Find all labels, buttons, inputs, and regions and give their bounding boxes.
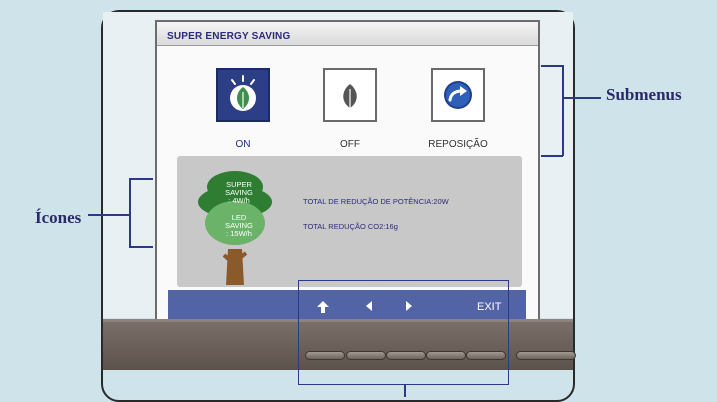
super-saving-text: SUPER SAVING : 4W/h (209, 181, 269, 205)
leaf-icon (230, 75, 256, 111)
leaf-icon (343, 84, 357, 108)
submenus-label: Submenus (606, 85, 682, 104)
led-saving-value: : 15W/h (226, 229, 252, 238)
osd-title: SUPER ENERGY SAVING (157, 22, 538, 46)
submenus-callout-line (563, 97, 601, 99)
reset-arrow-icon (444, 81, 472, 109)
led-saving-text: LED SAVING : 15W/h (209, 214, 269, 238)
buttons-callout-box (298, 280, 509, 385)
icones-bracket-top (129, 178, 153, 180)
icones-bracket-bottom (129, 246, 153, 248)
power-button[interactable] (516, 351, 576, 360)
submenus-bracket-bottom (541, 155, 563, 157)
icones-callout-line (88, 214, 129, 216)
co2-reduction-text: TOTAL REDUÇÃO CO2:16g (303, 222, 398, 231)
option-on-button[interactable] (216, 68, 270, 122)
submenus-bracket-top (541, 65, 563, 67)
option-on-label: ON (235, 139, 251, 150)
power-reduction-text: TOTAL DE REDUÇÃO DE POTÊNCIA:20W (303, 197, 449, 206)
option-off-button[interactable] (323, 68, 377, 122)
super-saving-value: : 4W/h (228, 196, 250, 205)
buttons-callout-line (404, 384, 406, 397)
option-reset-label: REPOSIÇÃO (428, 139, 488, 150)
option-reset-button[interactable] (431, 68, 485, 122)
icones-bracket-vertical (129, 178, 131, 247)
option-off-label: OFF (340, 139, 360, 150)
submenus-bracket-vertical (562, 65, 564, 156)
icones-label: Ícones (35, 208, 82, 227)
